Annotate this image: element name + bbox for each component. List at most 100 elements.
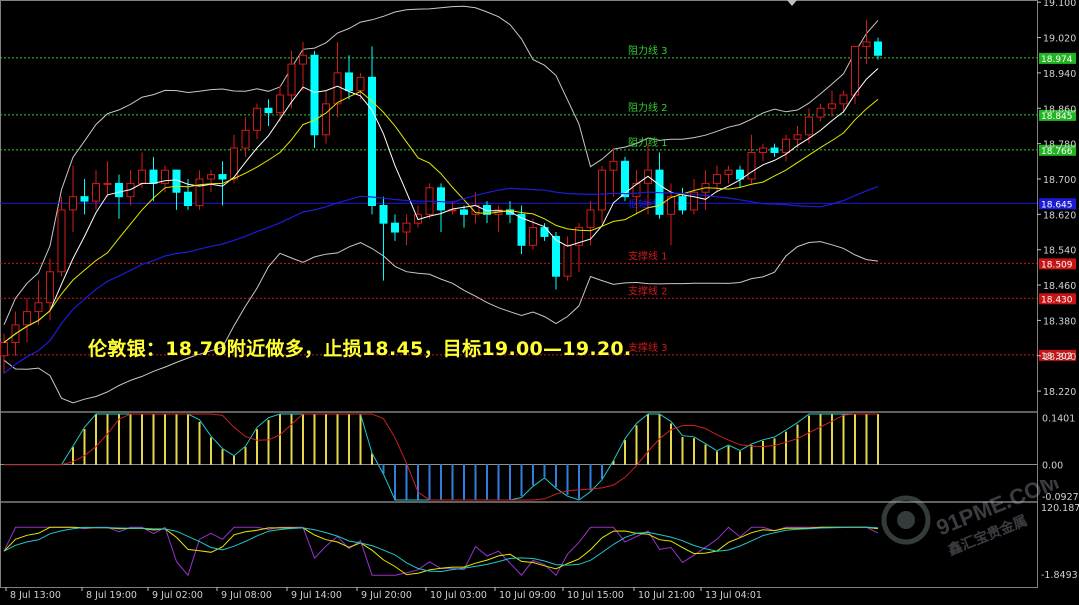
candle-body [368,76,376,206]
level-name: 支撑线 2 [628,284,668,297]
time-tick-label: 9 Jul 20:00 [361,590,412,601]
candle-body [69,196,77,211]
candle-body [103,182,112,185]
candle-body [57,209,66,273]
candle-body [195,178,204,206]
price-tick-label: 18.460 [1043,281,1076,292]
price-tick-label: 18.700 [1043,175,1076,186]
candle-body [529,227,537,246]
oscillator-line-2 [3,526,879,576]
candle-body [333,72,342,105]
candle-body [816,107,825,118]
shift-marker-icon [787,0,797,6]
candle-body [851,45,859,96]
price-tick-label: 19.100 [1043,0,1076,9]
price-tick-label: 18.540 [1043,246,1076,257]
candle-body [678,196,687,211]
candle-body [23,311,31,326]
macd-tick-label: 0.1401 [1042,413,1075,424]
candle-body [310,54,319,136]
candle-body [805,116,813,136]
candle-body [241,129,250,149]
candle-body [92,182,100,202]
trade-plan-headline: 伦敦银：18.70附近做多，止损18.45，目标19.00—19.20. [88,338,632,360]
candle-body [782,138,790,153]
candle-body [115,182,123,198]
candle-body [874,41,882,56]
price-tick-label: 18.220 [1043,387,1076,398]
candle-body [207,174,215,180]
candle-body [80,196,89,202]
candle-body [724,169,733,176]
level-price-label: 18.430 [1041,295,1073,305]
bollinger-lower [3,241,879,404]
candle-body [149,169,158,184]
candle-body [34,302,43,313]
candle-body [184,191,192,206]
price-tick-label: 18.380 [1043,316,1076,327]
level-price-label: 18.645 [1041,200,1073,210]
price-tick-label: 18.300 [1043,352,1076,363]
candle-body [218,174,227,180]
candle-body [287,63,296,96]
candlesticks [0,19,882,374]
candle-body [793,134,802,140]
price-tick-label: 19.020 [1043,34,1076,45]
candle-body [379,205,388,224]
time-tick-label: 13 Jul 04:01 [705,590,762,601]
candle-body [264,107,273,114]
osc-tick-label: -1.8493 [1041,570,1078,581]
candle-body [632,182,641,198]
candle-body [276,94,284,114]
time-tick-label: 8 Jul 13:00 [10,590,61,601]
time-tick-label: 10 Jul 21:00 [638,590,695,601]
level-name: 支撑线 3 [628,341,668,354]
time-tick-label: 10 Jul 09:00 [499,590,556,601]
time-axis: 8 Jul 13:00 8 Jul 19:00 9 Jul 02:00 9 Jul 0… [5,587,762,601]
candle-body [460,209,468,215]
price-tick-label: 18.620 [1043,210,1076,221]
candle-body [138,169,146,184]
candle-body [759,147,767,153]
candle-body [609,160,618,171]
candle-body [598,169,606,211]
time-tick-label: 9 Jul 08:00 [221,590,272,601]
candle-body [828,103,836,109]
candle-body [402,222,411,233]
candle-body [299,54,307,65]
candle-body [253,107,261,131]
price-tick-label: 18.940 [1043,69,1076,80]
level-name: 枢轴线 [628,197,658,210]
candle-body [437,187,445,211]
candle-body [356,76,365,92]
price-tick-label: 18.780 [1043,140,1076,151]
level-price-label: 18.509 [1041,260,1073,270]
macd-tick-label: 0.00 [1042,461,1063,472]
candle-body [747,151,756,180]
time-tick-label: 8 Jul 19:00 [86,590,137,601]
level-name: 支撑线 1 [628,249,668,262]
candle-body [862,41,871,47]
price-tick-label: 18.860 [1043,104,1076,115]
candle-body [770,147,779,153]
candle-body [713,174,721,184]
candle-body [345,72,353,92]
time-tick-label: 9 Jul 02:00 [152,590,203,601]
candle-body [839,94,848,105]
level-name: 阻力线 2 [628,101,668,114]
level-name: 阻力线 3 [628,44,668,57]
time-tick-label: 9 Jul 14:00 [291,590,342,601]
candle-body [391,222,399,233]
candle-body [322,103,330,136]
watermark-logo: 91PME.COM 鑫汇宝贵金属 [881,480,1062,560]
candle-body [552,235,560,277]
candle-body [586,209,595,229]
candle-body [46,271,54,304]
bollinger-upper [3,5,879,325]
oscillator-line-3 [3,526,879,573]
time-tick-label: 10 Jul 15:00 [567,590,624,601]
level-price-label: 18.974 [1041,55,1073,65]
time-tick-label: 10 Jul 03:00 [430,590,487,601]
candle-body [0,342,8,357]
candle-body [563,244,572,277]
